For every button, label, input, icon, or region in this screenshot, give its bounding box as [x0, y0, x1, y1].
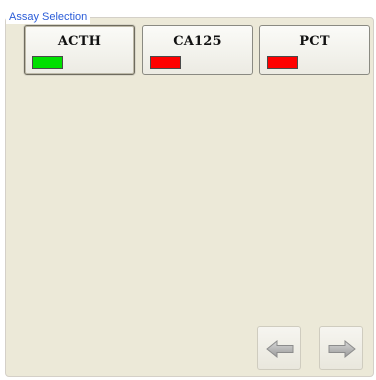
assay-name: CA125	[173, 34, 222, 49]
assay-button-acth[interactable]: ACTH	[24, 25, 135, 75]
assay-name: PCT	[299, 34, 330, 49]
assay-status-indicator	[150, 56, 181, 69]
arrow-left-icon	[266, 340, 294, 358]
back-button[interactable]	[257, 326, 301, 370]
assay-status-indicator	[267, 56, 298, 69]
assay-status-indicator	[32, 56, 63, 69]
assay-name: ACTH	[57, 34, 102, 49]
assay-button-ca125[interactable]: CA125	[142, 25, 253, 75]
assay-button-pct[interactable]: PCT	[259, 25, 370, 75]
assay-selection-title: Assay Selection	[6, 10, 91, 24]
arrow-right-icon	[328, 340, 356, 358]
page: Assay Selection ACTH CA125 PCT	[0, 0, 376, 380]
forward-button[interactable]	[319, 326, 363, 370]
